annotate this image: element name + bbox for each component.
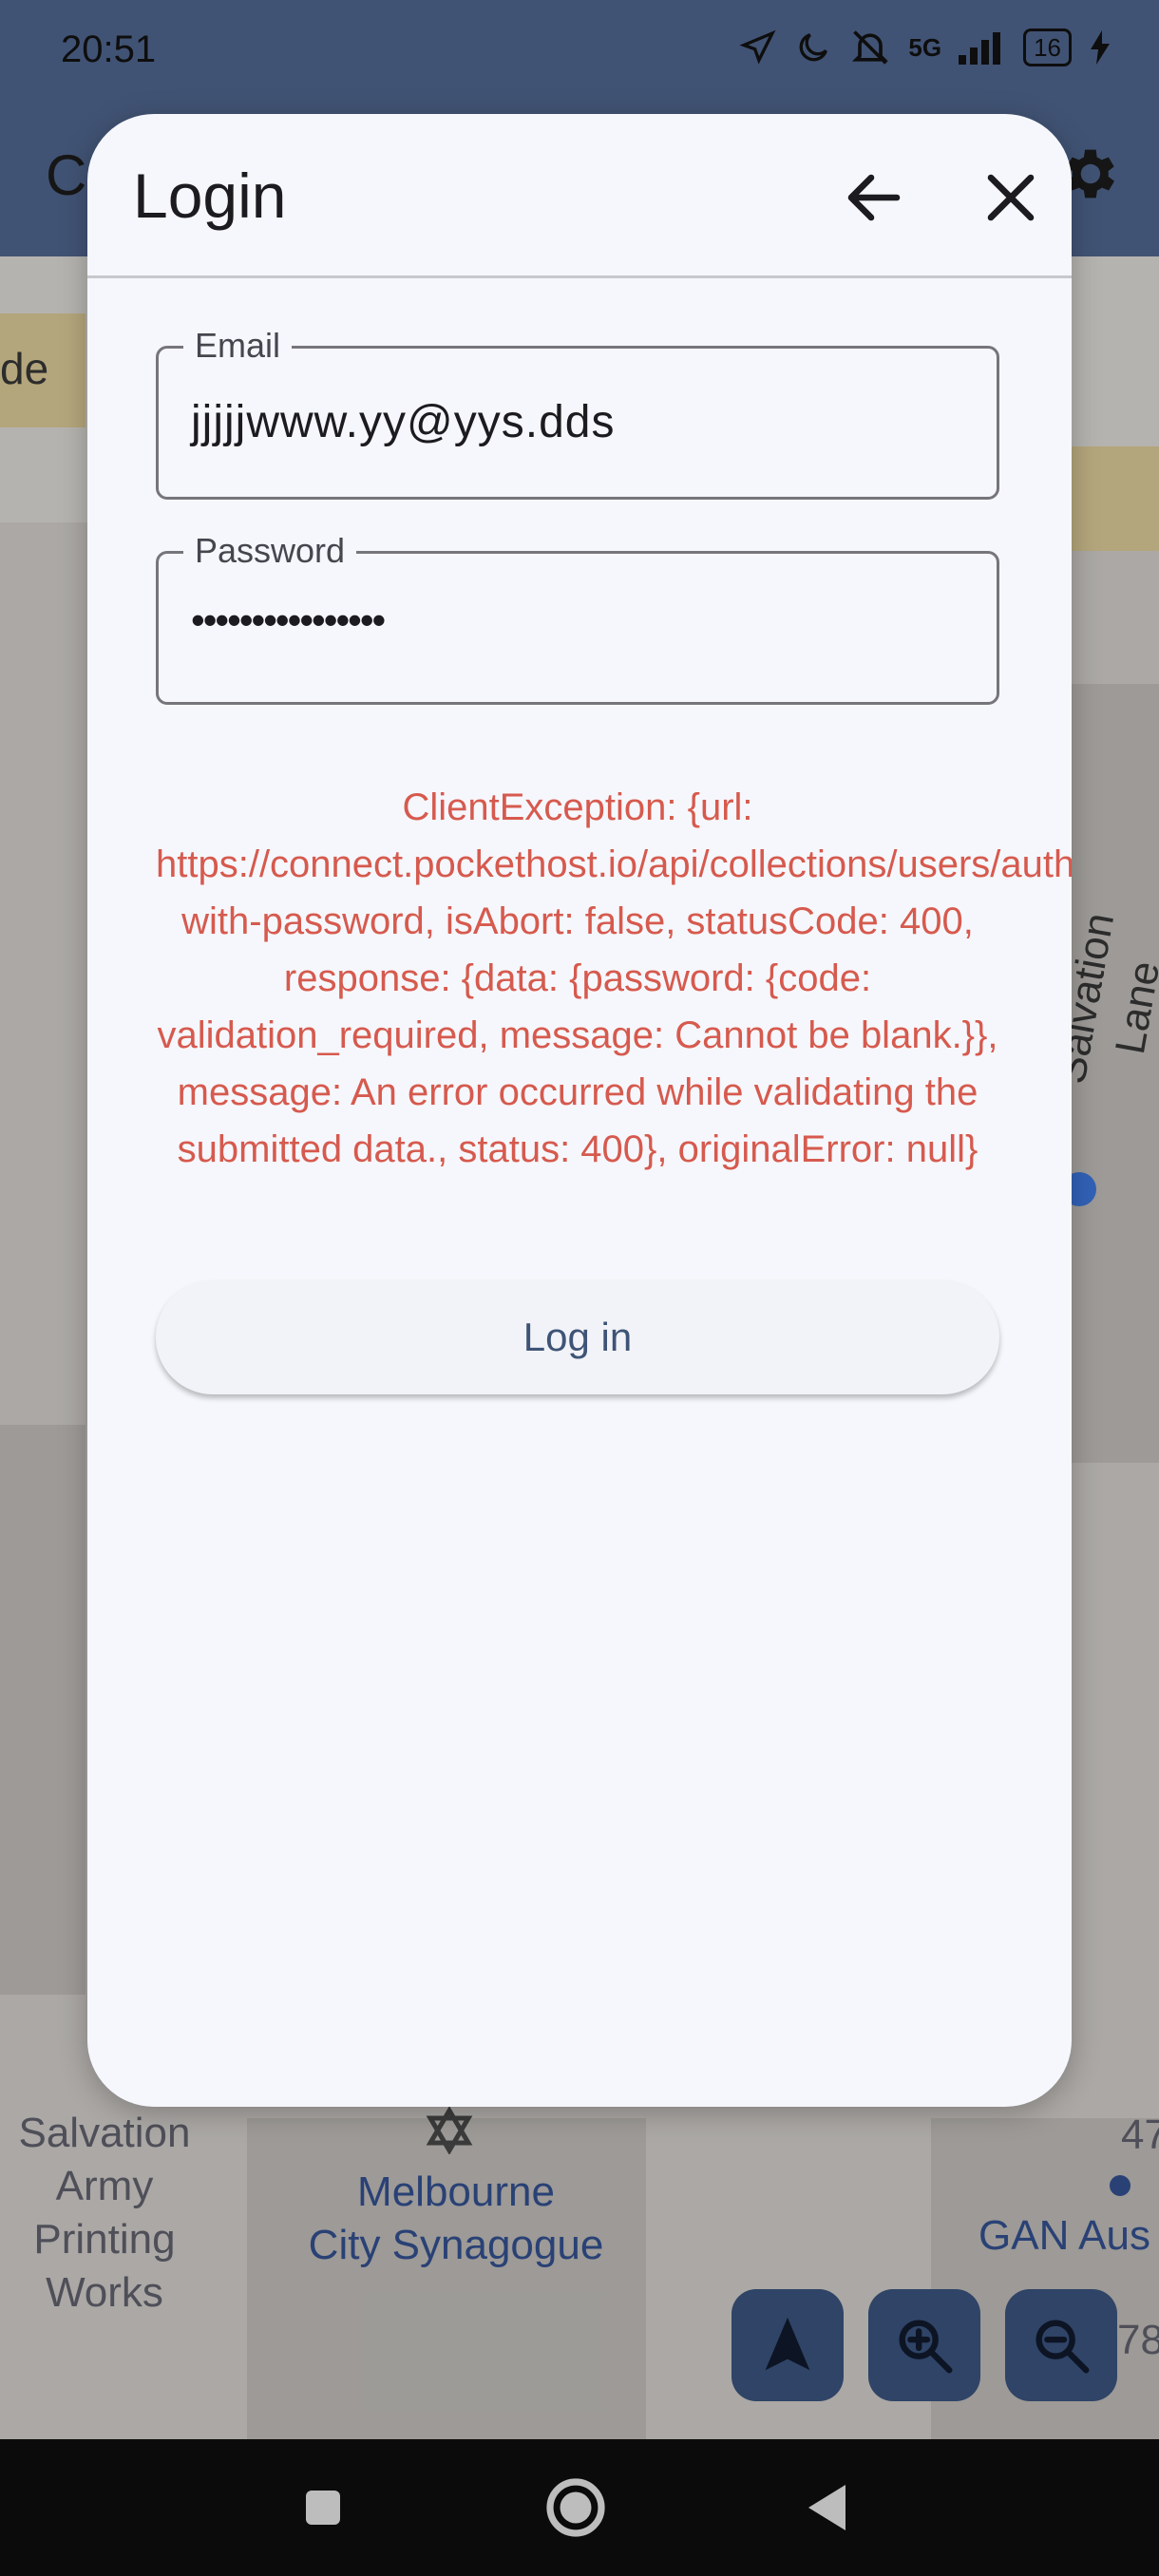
navigation-arrow-icon — [765, 2317, 810, 2371]
zoom-in-button[interactable] — [868, 2289, 980, 2401]
login-dialog: Login Email jjjjjwww.yy@yys.dds Password… — [87, 114, 1072, 2107]
zoom-out-button[interactable] — [1005, 2289, 1117, 2401]
login-button[interactable]: Log in — [156, 1280, 999, 1394]
arrow-left-icon[interactable] — [840, 163, 908, 232]
recents-icon[interactable] — [289, 2473, 357, 2542]
home-icon[interactable] — [542, 2473, 610, 2542]
system-nav-bar — [0, 2439, 1159, 2576]
email-value[interactable]: jjjjjwww.yy@yys.dds — [191, 396, 615, 448]
back-nav-icon[interactable] — [794, 2473, 863, 2542]
email-label: Email — [183, 326, 293, 366]
dialog-title: Login — [133, 161, 287, 231]
close-icon[interactable] — [977, 163, 1045, 232]
navigate-button[interactable] — [732, 2289, 844, 2401]
error-message: ClientException: {url: https://connect.p… — [156, 786, 1072, 1170]
zoom-in-icon — [899, 2320, 953, 2374]
password-field[interactable]: Password •••••••••••••••• — [156, 531, 999, 705]
password-label: Password — [183, 531, 357, 571]
email-field[interactable]: Email jjjjjwww.yy@yys.dds — [156, 326, 999, 500]
dialog-header: Login — [87, 114, 1072, 278]
zoom-out-icon — [1036, 2320, 1090, 2374]
password-value[interactable]: •••••••••••••••• — [191, 597, 386, 643]
